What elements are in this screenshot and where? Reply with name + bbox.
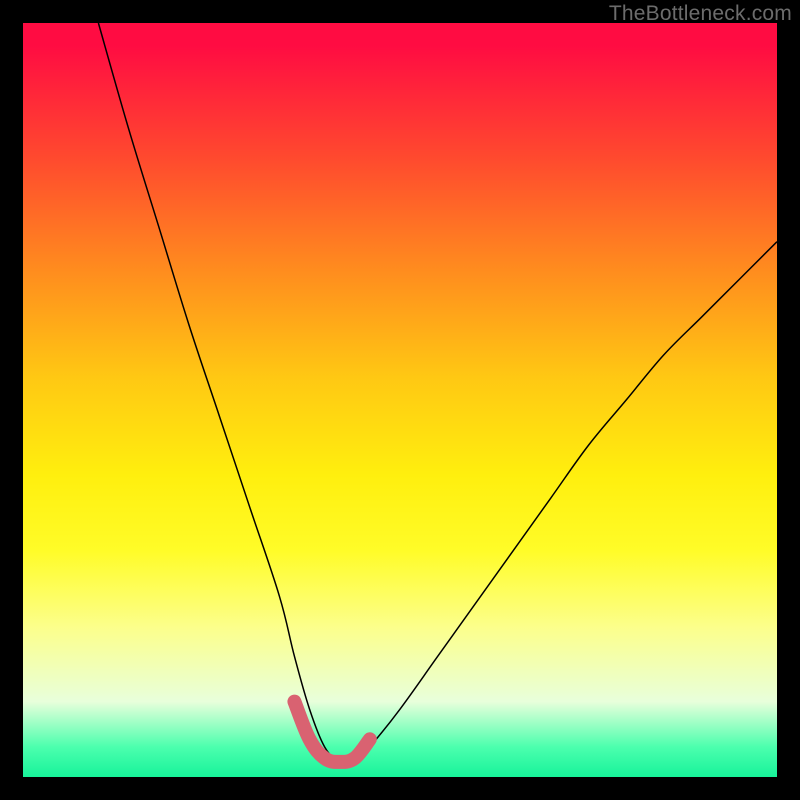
plot-area [23, 23, 777, 777]
chart-frame: TheBottleneck.com [0, 0, 800, 800]
watermark-text: TheBottleneck.com [609, 2, 792, 26]
curve-svg [23, 23, 777, 777]
bottleneck-curve-line [98, 23, 777, 764]
bottleneck-curve-highlight [294, 702, 369, 762]
